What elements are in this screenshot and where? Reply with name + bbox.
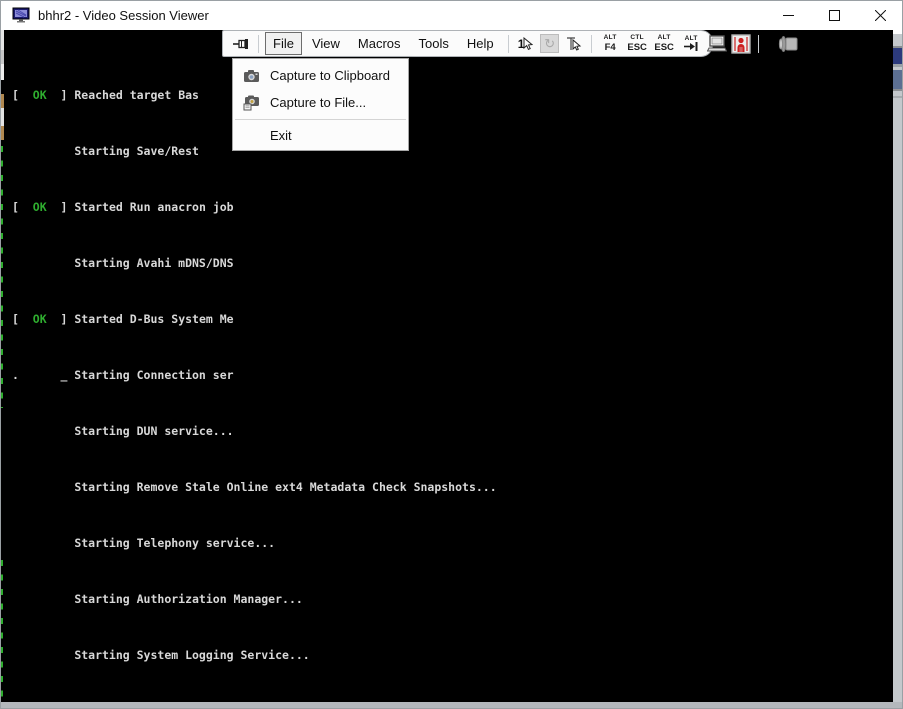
bracket-suffix: ] <box>47 312 75 326</box>
menubar: FileViewMacrosToolsHelp <box>264 32 503 55</box>
send-alt-f4-button[interactable]: ALT F4 <box>597 32 624 55</box>
window-title: bhhr2 - Video Session Viewer <box>38 8 209 23</box>
alt-tab-arrow-icon <box>684 42 698 51</box>
console-line-text: Started Run anacron job <box>74 200 233 214</box>
align-cursor-icon <box>566 36 582 52</box>
send-alt-tab-button[interactable]: ALT <box>678 32 705 55</box>
key-label-bottom: F4 <box>605 43 616 53</box>
bracket-prefix <box>12 592 74 606</box>
console-line: Starting Telephony service... <box>12 536 893 550</box>
session-toolbar: FileViewMacrosToolsHelp 1 ↻ ALT F4 CTL E… <box>222 30 713 57</box>
console-line: Starting Authorization Manager... <box>12 592 893 606</box>
app-icon <box>12 7 30 23</box>
bracket-prefix <box>12 648 74 662</box>
console-line-text: Started D-Bus System Me <box>74 312 233 326</box>
camera-clipboard-icon <box>243 68 261 84</box>
video-artifact-strip-left <box>0 30 4 702</box>
toolbar-separator <box>591 35 592 53</box>
pushpin-icon <box>233 37 250 51</box>
bracket-prefix <box>12 536 74 550</box>
console-line: [ OK ] Reached target Bas <box>12 88 893 102</box>
menu-item-capture-to-clipboard[interactable]: Capture to Clipboard <box>233 62 408 89</box>
bracket-prefix: [ <box>12 312 33 326</box>
menubar-item[interactable]: Tools <box>411 32 457 55</box>
console-line-text: Reached target Bas <box>74 88 199 102</box>
console-line-text: Starting Telephony service... <box>74 536 275 550</box>
toolbar-separator <box>508 35 509 53</box>
file-menu-dropdown: Capture to Clipboard Capture to File... … <box>232 58 409 151</box>
console-line: Starting Remove Stale Online ext4 Metada… <box>12 480 893 494</box>
bracket-prefix: [ <box>12 88 33 102</box>
send-ctl-esc-button[interactable]: CTL ESC <box>624 32 651 55</box>
bracket-prefix <box>12 144 74 158</box>
menubar-item[interactable]: Macros <box>350 32 409 55</box>
remote-console-button[interactable] <box>705 32 729 55</box>
menu-separator <box>235 119 406 120</box>
key-label-top: CTL <box>630 35 644 42</box>
close-button[interactable] <box>857 0 903 30</box>
console-line-text: Starting Avahi mDNS/DNS <box>74 256 233 270</box>
key-label-bottom: ESC <box>654 43 674 53</box>
user-session-icon <box>731 34 751 54</box>
console-line: . _ Starting Connection ser <box>12 368 893 382</box>
virtual-media-button[interactable] <box>776 32 800 55</box>
refresh-icon: ↻ <box>540 34 559 53</box>
toolbar-separator <box>758 35 759 53</box>
send-alt-esc-button[interactable]: ALT ESC <box>651 32 678 55</box>
console-line: Starting DUN service... <box>12 424 893 438</box>
menu-item-exit[interactable]: Exit <box>233 123 408 147</box>
window-bottom-border <box>0 702 903 709</box>
menu-item-label: Capture to File... <box>270 95 366 110</box>
status-tag: OK <box>33 88 47 102</box>
single-cursor-button[interactable]: 1 <box>514 32 538 55</box>
video-artifact-strip-right <box>893 30 903 702</box>
menubar-item[interactable]: View <box>304 32 348 55</box>
align-cursor-button[interactable] <box>562 32 586 55</box>
titlebar: bhhr2 - Video Session Viewer <box>0 0 903 30</box>
console-line-text: Starting Save/Rest <box>74 144 199 158</box>
menubar-item[interactable]: Help <box>459 32 502 55</box>
console-line-text: Starting DUN service... <box>74 424 233 438</box>
media-device-icon <box>777 35 799 53</box>
bracket-prefix <box>12 424 74 438</box>
console-line: Starting System Logging Service... <box>12 648 893 662</box>
pin-toolbar-button[interactable] <box>229 32 253 55</box>
key-label-bottom: ESC <box>627 43 647 53</box>
bracket-prefix <box>12 480 74 494</box>
console-line-text: . _ Starting Connection ser <box>12 368 234 382</box>
maximize-button[interactable] <box>811 0 857 30</box>
console-output: [ OK ] Reached target Bas Starting Save/… <box>4 30 893 702</box>
menu-item-label: Capture to Clipboard <box>270 68 390 83</box>
console-line-text: Starting System Logging Service... <box>74 648 309 662</box>
console-line: [ OK ] Started D-Bus System Me <box>12 312 893 326</box>
key-label-top: ALT <box>658 35 671 42</box>
console-line: [ OK ] Started Run anacron job <box>12 200 893 214</box>
toolbar-separator <box>258 35 259 53</box>
camera-file-icon <box>243 95 261 111</box>
cursor-arrow-icon <box>522 37 533 51</box>
menu-item-label: Exit <box>270 128 292 143</box>
key-label-top: ALT <box>604 35 617 42</box>
bracket-suffix: ] <box>47 200 75 214</box>
menubar-item[interactable]: File <box>265 32 302 55</box>
menu-item-capture-to-file[interactable]: Capture to File... <box>233 89 408 116</box>
computer-icon <box>707 35 727 52</box>
session-user-button[interactable] <box>729 32 753 55</box>
console-line-text: Starting Remove Stale Online ext4 Metada… <box>74 480 496 494</box>
console-line: Starting Save/Rest <box>12 144 893 158</box>
status-tag: OK <box>33 312 47 326</box>
refresh-button[interactable]: ↻ <box>538 32 562 55</box>
bracket-prefix: [ <box>12 200 33 214</box>
console-line: Starting Avahi mDNS/DNS <box>12 256 893 270</box>
bracket-prefix <box>12 256 74 270</box>
minimize-button[interactable] <box>765 0 811 30</box>
console-line-text: Starting Authorization Manager... <box>74 592 302 606</box>
bracket-suffix: ] <box>47 88 75 102</box>
status-tag: OK <box>33 200 47 214</box>
